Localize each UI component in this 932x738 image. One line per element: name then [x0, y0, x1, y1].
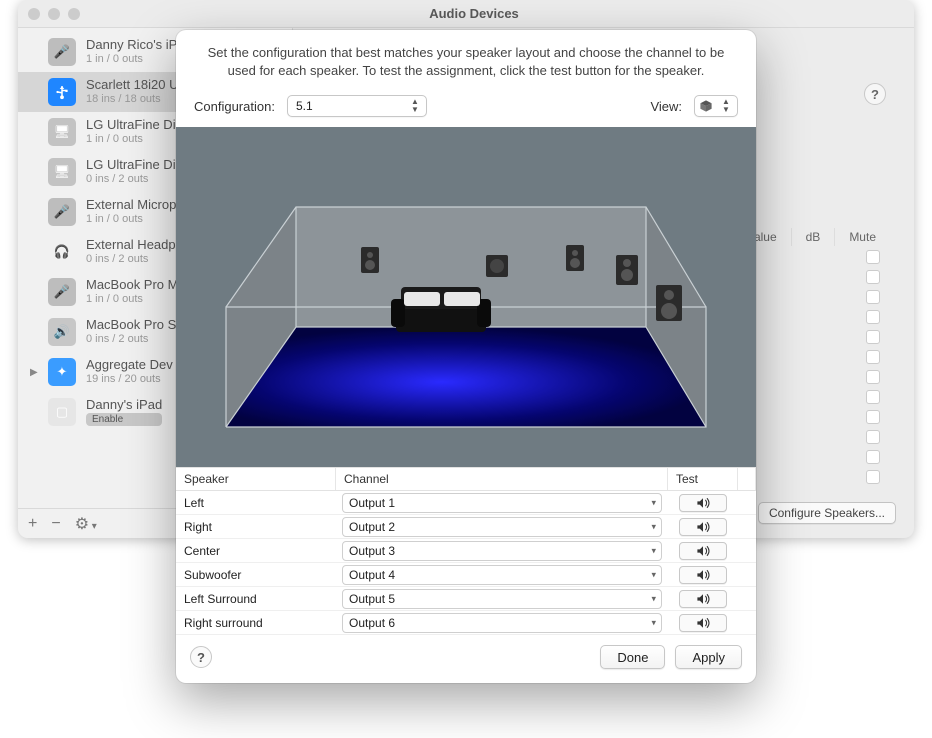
- device-name: Scarlett 18i20 U: [86, 78, 179, 93]
- speaker-name: Right surround: [176, 616, 336, 630]
- column-mute: Mute: [834, 228, 890, 246]
- done-button[interactable]: Done: [600, 645, 665, 669]
- speaker-icon: 🔊: [48, 318, 76, 346]
- configuration-value: 5.1: [296, 99, 313, 113]
- channel-popup[interactable]: Output 6: [342, 613, 662, 633]
- channel-popup[interactable]: Output 5: [342, 589, 662, 609]
- microphone-icon: 🎤: [48, 278, 76, 306]
- view-label: View:: [650, 99, 682, 114]
- device-name: LG UltraFine Di: [86, 118, 176, 133]
- channel-column-headers: alue dB Mute: [739, 228, 890, 246]
- gear-icon[interactable]: ⚙: [75, 514, 97, 534]
- mute-checkbox[interactable]: [866, 450, 880, 464]
- test-speaker-button[interactable]: [679, 566, 727, 584]
- room-3d-view[interactable]: [176, 127, 756, 467]
- device-io: 0 ins / 2 outs: [86, 253, 176, 266]
- configure-speakers-sheet: Set the configuration that best matches …: [176, 30, 756, 683]
- channel-popup[interactable]: Output 1: [342, 493, 662, 513]
- device-name: MacBook Pro S: [86, 318, 176, 333]
- device-io: 1 in / 0 outs: [86, 133, 176, 146]
- aggregate-icon: ✦: [48, 358, 76, 386]
- ipad-icon: ▢: [48, 398, 76, 426]
- test-speaker-button[interactable]: [679, 614, 727, 632]
- microphone-icon: 🎤: [48, 38, 76, 66]
- mute-checkbox[interactable]: [866, 470, 880, 484]
- device-io: 1 in / 0 outs: [86, 53, 177, 66]
- speaker-name: Subwoofer: [176, 568, 336, 582]
- device-io: 19 ins / 20 outs: [86, 373, 173, 386]
- add-device-button[interactable]: +: [28, 515, 37, 533]
- table-row: Right Output 2: [176, 515, 756, 539]
- device-name: Danny's iPad: [86, 398, 162, 413]
- mute-checkboxes: [866, 250, 880, 484]
- headphones-icon: 🎧: [48, 238, 76, 266]
- display-icon: 🖥: [48, 158, 76, 186]
- mute-checkbox[interactable]: [866, 330, 880, 344]
- updown-icon: ▲▼: [408, 98, 422, 114]
- view-popup[interactable]: ▲▼: [694, 95, 738, 117]
- device-name: LG UltraFine Di: [86, 158, 176, 173]
- mute-checkbox[interactable]: [866, 270, 880, 284]
- sheet-footer: ? Done Apply: [176, 635, 756, 683]
- device-name: MacBook Pro M: [86, 278, 178, 293]
- apply-button[interactable]: Apply: [675, 645, 742, 669]
- mute-checkbox[interactable]: [866, 350, 880, 364]
- table-row: Center Output 3: [176, 539, 756, 563]
- device-io: 1 in / 0 outs: [86, 213, 176, 226]
- device-name: Aggregate Dev: [86, 358, 173, 373]
- header-test: Test: [668, 468, 738, 490]
- window-titlebar: Audio Devices: [18, 0, 914, 28]
- table-row: Left Output 1: [176, 491, 756, 515]
- test-speaker-button[interactable]: [679, 590, 727, 608]
- remove-device-button[interactable]: −: [51, 515, 60, 533]
- configure-speakers-button[interactable]: Configure Speakers...: [758, 502, 896, 524]
- channel-popup[interactable]: Output 4: [342, 565, 662, 585]
- table-row: Subwoofer Output 4: [176, 563, 756, 587]
- device-name: External Headp: [86, 238, 176, 253]
- sheet-instructions: Set the configuration that best matches …: [176, 30, 756, 91]
- test-speaker-button[interactable]: [679, 542, 727, 560]
- table-row: Left Surround Output 5: [176, 587, 756, 611]
- device-name: Danny Rico's iP: [86, 38, 177, 53]
- header-speaker: Speaker: [176, 468, 336, 490]
- device-io: 18 ins / 18 outs: [86, 93, 179, 106]
- chevron-right-icon[interactable]: ▶: [30, 367, 38, 378]
- usb-icon: [48, 78, 76, 106]
- device-name: External Microp: [86, 198, 176, 213]
- updown-icon: ▲▼: [719, 98, 733, 114]
- mute-checkbox[interactable]: [866, 290, 880, 304]
- speaker-name: Left: [176, 496, 336, 510]
- device-io: 1 in / 0 outs: [86, 293, 178, 306]
- speaker-name: Center: [176, 544, 336, 558]
- enable-badge[interactable]: Enable: [86, 413, 162, 427]
- cube-icon: [699, 99, 713, 113]
- mute-checkbox[interactable]: [866, 390, 880, 404]
- configuration-label: Configuration:: [194, 99, 275, 114]
- mute-checkbox[interactable]: [866, 430, 880, 444]
- speaker-name: Left Surround: [176, 592, 336, 606]
- test-speaker-button[interactable]: [679, 518, 727, 536]
- configuration-popup[interactable]: 5.1 ▲▼: [287, 95, 427, 117]
- channel-popup[interactable]: Output 2: [342, 517, 662, 537]
- mute-checkbox[interactable]: [866, 410, 880, 424]
- header-channel: Channel: [336, 468, 668, 490]
- mute-checkbox[interactable]: [866, 370, 880, 384]
- help-button[interactable]: ?: [190, 646, 212, 668]
- table-row: Right surround Output 6: [176, 611, 756, 635]
- speaker-name: Right: [176, 520, 336, 534]
- mute-checkbox[interactable]: [866, 250, 880, 264]
- device-io: 0 ins / 2 outs: [86, 173, 176, 186]
- window-title: Audio Devices: [44, 6, 904, 21]
- help-button[interactable]: ?: [864, 83, 886, 105]
- channel-popup[interactable]: Output 3: [342, 541, 662, 561]
- speaker-table-body: Left Output 1 Right Output 2 Center Outp…: [176, 491, 756, 635]
- device-io: 0 ins / 2 outs: [86, 333, 176, 346]
- test-speaker-button[interactable]: [679, 494, 727, 512]
- microphone-icon: 🎤: [48, 198, 76, 226]
- display-icon: 🖥: [48, 118, 76, 146]
- mute-checkbox[interactable]: [866, 310, 880, 324]
- speaker-table-header: Speaker Channel Test: [176, 467, 756, 491]
- column-db: dB: [791, 228, 835, 246]
- close-icon[interactable]: [28, 8, 40, 20]
